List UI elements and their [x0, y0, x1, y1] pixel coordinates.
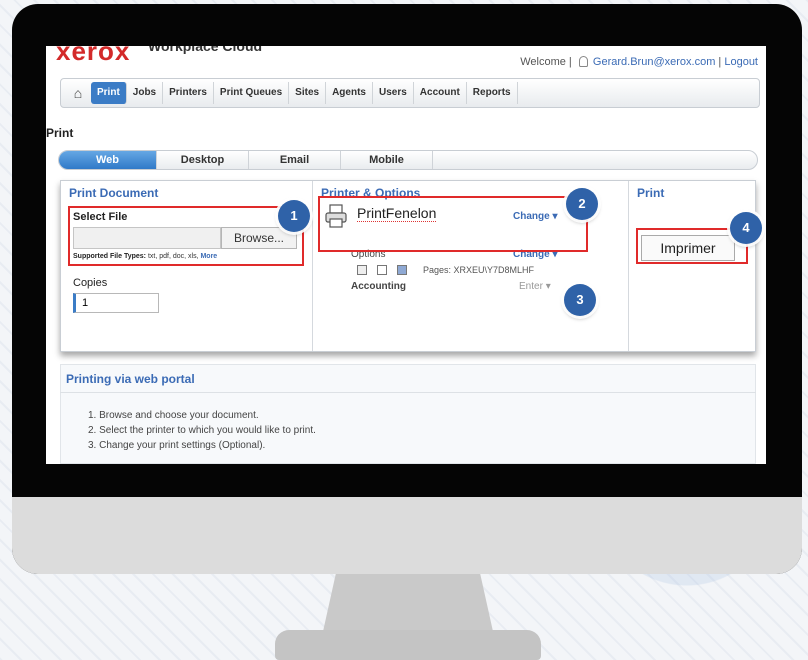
pages-info: Pages: XRXEU\Y7D8MLHF — [423, 265, 535, 275]
chevron-down-icon: ▾ — [545, 281, 551, 292]
print-section-title: Print — [637, 186, 665, 200]
tab-desktop[interactable]: Desktop — [157, 151, 249, 169]
monitor-chin — [12, 497, 802, 574]
copies-input[interactable]: 1 — [73, 293, 159, 313]
nav-print-queues[interactable]: Print Queues — [214, 82, 290, 104]
tab-bar: Web Desktop Email Mobile — [58, 150, 758, 170]
monitor-stand — [322, 574, 494, 636]
product-name: Workplace Cloud — [148, 46, 263, 54]
portal-title: Printing via web portal — [66, 372, 195, 386]
logout-link[interactable]: Logout — [724, 56, 758, 68]
main-nav: ⌂ Print Jobs Printers Print Queues Sites… — [60, 78, 760, 108]
list-item: 2. Select the printer to which you would… — [88, 425, 316, 436]
divider — [60, 392, 756, 393]
accounting-label: Accounting — [351, 281, 406, 292]
welcome-bar: Welcome | Gerard.Brun@xerox.com | Logout — [520, 56, 758, 68]
step-badge-2: 2 — [566, 188, 598, 220]
nav-print[interactable]: Print — [91, 82, 127, 104]
nav-sites[interactable]: Sites — [289, 82, 327, 104]
option-icons — [357, 265, 407, 275]
list-item: 1. Browse and choose your document. — [88, 410, 259, 421]
highlight-printer — [318, 196, 588, 252]
copies-label: Copies — [73, 277, 108, 289]
step-badge-3: 3 — [564, 284, 596, 316]
nav-jobs[interactable]: Jobs — [127, 82, 164, 104]
step-badge-1: 1 — [278, 200, 310, 232]
page-icon — [377, 265, 387, 275]
enter-label: Enter — [519, 281, 543, 292]
color-icon — [397, 265, 407, 275]
nav-printers[interactable]: Printers — [163, 82, 214, 104]
xerox-logo: xerox — [56, 46, 131, 66]
nav-account[interactable]: Account — [414, 82, 467, 104]
monitor-base — [275, 630, 541, 660]
screen: xerox Workplace Cloud Welcome | Gerard.B… — [46, 46, 766, 464]
nav-reports[interactable]: Reports — [467, 82, 518, 104]
highlight-select-file — [68, 206, 304, 266]
welcome-text: Welcome | — [520, 56, 572, 68]
page-title: Print — [46, 126, 74, 140]
duplex-icon — [357, 265, 367, 275]
print-section: Print Imprimer — [629, 181, 755, 351]
home-icon[interactable]: ⌂ — [65, 82, 91, 104]
separator: | — [718, 56, 722, 68]
user-link[interactable]: Gerard.Brun@xerox.com — [593, 56, 715, 68]
portal-steps: 1. Browse and choose your document. 2. S… — [88, 408, 316, 453]
accounting-enter-link[interactable]: Enter ▾ — [519, 281, 551, 292]
print-document-title: Print Document — [69, 186, 159, 200]
nav-agents[interactable]: Agents — [326, 82, 373, 104]
tab-web[interactable]: Web — [59, 151, 157, 169]
user-icon — [578, 56, 588, 67]
tab-email[interactable]: Email — [249, 151, 341, 169]
tab-mobile[interactable]: Mobile — [341, 151, 433, 169]
list-item: 3. Change your print settings (Optional)… — [88, 440, 266, 451]
nav-users[interactable]: Users — [373, 82, 414, 104]
step-badge-4: 4 — [730, 212, 762, 244]
